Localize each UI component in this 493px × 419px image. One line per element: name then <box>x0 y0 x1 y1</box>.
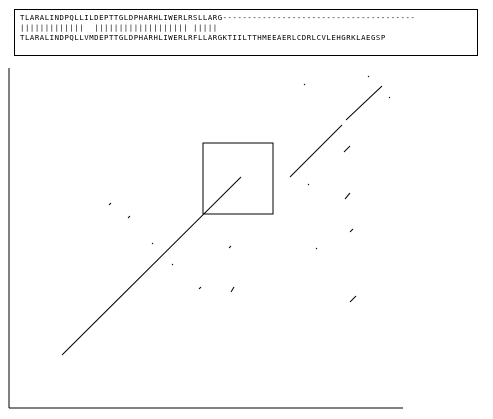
dot-plot <box>8 68 403 409</box>
dot-segment <box>343 145 351 153</box>
dot-segment <box>349 228 354 233</box>
dot-segment <box>151 242 154 245</box>
dot-segment <box>388 96 391 99</box>
highlight-box <box>202 142 274 215</box>
dot-segment <box>344 192 351 200</box>
dot-segment <box>307 183 310 186</box>
dot-segment <box>171 263 174 266</box>
dot-segment <box>349 295 357 303</box>
dot-segment <box>303 83 306 86</box>
diagonal-segment-3 <box>345 85 383 121</box>
dot-segment <box>228 245 232 249</box>
dot-segment <box>198 286 202 290</box>
main-diagonal <box>61 176 242 356</box>
diagonal-segment-2 <box>289 124 343 178</box>
dot-segment <box>108 202 112 206</box>
dot-segment <box>367 75 370 78</box>
dot-segment <box>127 215 131 219</box>
dot-segment <box>315 247 318 250</box>
dot-segment <box>230 286 235 293</box>
